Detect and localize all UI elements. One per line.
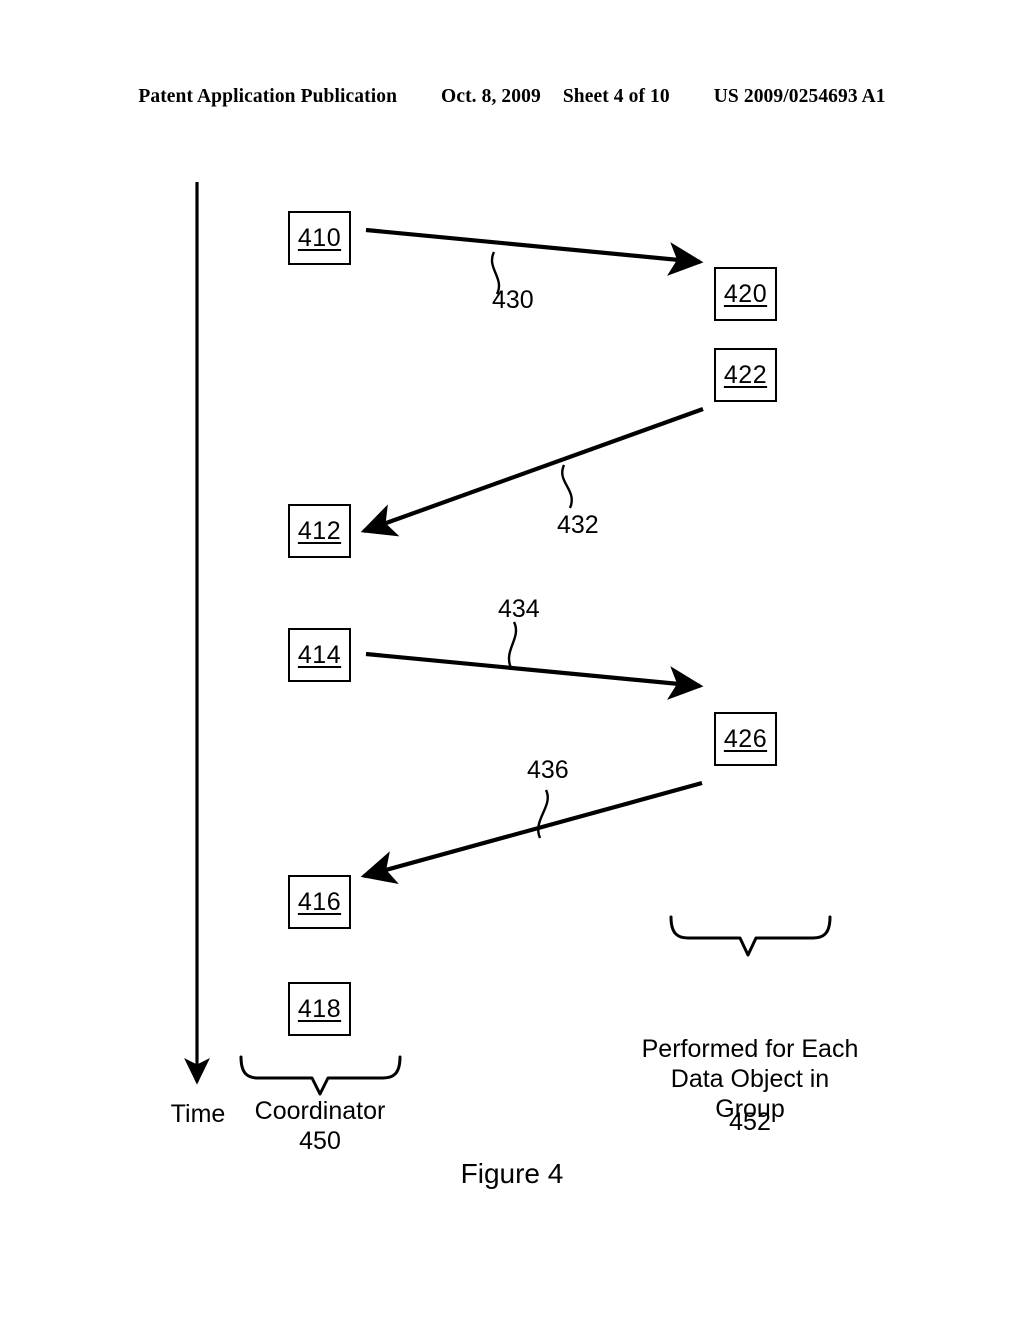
each-object-group-ref: 452 [729,1108,771,1136]
message-ref-434: 434 [498,595,540,623]
node-label-416: 416 [297,887,342,916]
node-label-414: 414 [297,640,342,669]
message-ref-436: 436 [527,756,569,784]
message-ref-432: 432 [557,511,599,539]
patent-page: Patent Application Publication Oct. 8, 2… [0,0,1024,1320]
node-label-422: 422 [723,360,768,389]
message-ref-430: 430 [492,286,534,314]
message-arrow-430 [365,227,704,295]
coordinator-group-label: Coordinator [254,1097,386,1125]
coordinator-group-ref: 450 [299,1127,341,1155]
node-box-422[interactable]: 422 [714,348,777,402]
node-box-420[interactable]: 420 [714,267,777,321]
node-box-416[interactable]: 416 [288,875,351,929]
node-box-418[interactable]: 418 [288,982,351,1036]
node-label-410: 410 [297,223,342,252]
node-label-412: 412 [297,516,342,545]
node-label-426: 426 [723,724,768,753]
coordinator-brace [239,1055,402,1096]
node-label-420: 420 [723,279,768,308]
node-box-426[interactable]: 426 [714,712,777,766]
each-object-brace [669,915,832,957]
node-box-414[interactable]: 414 [288,628,351,682]
node-box-412[interactable]: 412 [288,504,351,558]
message-arrow-432 [360,407,704,537]
message-arrow-434 [365,621,704,700]
node-label-418: 418 [297,994,342,1023]
node-box-410[interactable]: 410 [288,211,351,265]
message-arrow-436 [360,780,703,885]
figure-caption: Figure 4 [460,1158,564,1189]
figure-4-drawing: 410 412 414 416 418 420 422 426 430 432 … [0,0,1024,1320]
